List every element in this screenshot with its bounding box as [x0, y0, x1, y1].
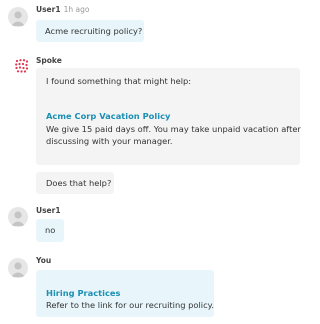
message-sender: You	[36, 256, 51, 265]
sender-name: You	[36, 256, 52, 265]
message-sender: User1	[36, 206, 61, 215]
user-avatar-icon	[8, 7, 28, 27]
message-text: Acme recruiting policy?	[45, 26, 143, 36]
sender-name: User1	[36, 5, 61, 14]
message-timestamp: 1h ago	[63, 5, 90, 14]
message-bubble: Does that help?	[36, 172, 114, 194]
search-result-title-link[interactable]: Acme Corp Vacation Policy	[46, 110, 170, 122]
snippet-line: discussing with your manager.	[46, 136, 173, 146]
message-text: Does that help?	[46, 178, 112, 188]
user-avatar-icon	[8, 207, 28, 227]
message-sender: User1 1h ago	[36, 5, 89, 14]
search-result-snippet: We give 15 paid days off. You may take u…	[46, 123, 301, 147]
bot-logo-icon	[14, 58, 30, 74]
user-avatar-icon	[8, 258, 28, 278]
message-text: I found something that might help:	[46, 76, 192, 86]
message-bubble: I found something that might help: Acme …	[36, 68, 301, 165]
message-text: no	[45, 225, 56, 235]
sender-name: User1	[36, 206, 61, 215]
message-sender: Spoke	[36, 56, 62, 65]
message-bubble: Acme recruiting policy?	[36, 20, 144, 42]
message-bubble: no	[36, 219, 64, 242]
search-result-title-link[interactable]: Hiring Practices	[46, 287, 120, 299]
search-result-snippet: Refer to the link for our recruiting pol…	[46, 300, 214, 310]
message-bubble: Hiring Practices Refer to the link for o…	[36, 270, 214, 317]
snippet-line: We give 15 paid days off. You may take u…	[46, 124, 301, 134]
sender-name: Spoke	[36, 56, 62, 65]
chat-thread: User1 1h ago Acme recruiting policy? Spok…	[0, 0, 301, 324]
